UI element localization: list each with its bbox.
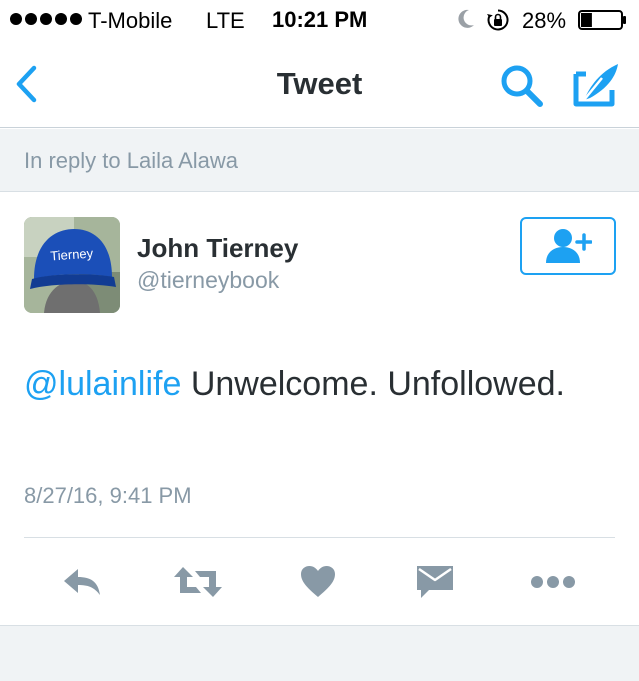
carrier-name: T-Mobile (88, 8, 173, 33)
tweet-body: Unwelcome. Unfollowed. (181, 365, 565, 403)
more-icon (531, 576, 575, 588)
do-not-disturb-moon-icon (458, 9, 474, 28)
status-time: 10:21 PM (272, 7, 368, 32)
avatar[interactable]: Tierney (24, 217, 120, 313)
like-button[interactable] (293, 557, 343, 607)
reply-context-text: In reply to Laila Alawa (24, 148, 239, 173)
tweet-actions-bar (0, 557, 639, 607)
divider (24, 537, 615, 538)
rotation-lock-icon (487, 9, 509, 31)
battery-percentage: 28% (522, 8, 567, 33)
signal-strength-icon (10, 13, 82, 25)
reply-icon (64, 569, 100, 595)
reply-context-bar[interactable]: In reply to Laila Alawa (0, 129, 639, 192)
direct-message-button[interactable] (410, 557, 460, 607)
retweet-icon (174, 567, 222, 597)
like-heart-icon (301, 566, 335, 597)
add-user-icon (546, 229, 592, 263)
network-type: LTE (206, 8, 245, 33)
author-display-name[interactable]: John Tierney (137, 233, 298, 264)
direct-message-icon (417, 566, 453, 598)
search-button[interactable] (498, 62, 546, 110)
retweet-button[interactable] (173, 557, 223, 607)
author-handle[interactable]: @tierneybook (137, 267, 279, 294)
compose-quill-icon (573, 64, 618, 107)
battery-icon (578, 10, 626, 30)
avatar-blue-cap-image: Tierney (24, 217, 120, 313)
compose-tweet-button[interactable] (572, 60, 622, 108)
more-button[interactable] (528, 557, 578, 607)
reply-button[interactable] (58, 557, 108, 607)
tweet-text: @lulainlife Unwelcome. Unfollowed. (24, 357, 614, 411)
follow-button[interactable] (520, 217, 616, 275)
avatar-cap-text: Tierney (50, 245, 94, 263)
status-bar: T-Mobile LTE 10:21 PM 28% (0, 0, 639, 40)
bottom-area (0, 625, 639, 681)
navigation-bar: Tweet (0, 40, 639, 128)
tweet-timestamp: 8/27/16, 9:41 PM (24, 483, 192, 508)
tweet-detail: Tierney John Tierney @tierneybook @lulai… (0, 193, 639, 625)
tweet-detail-screen: T-Mobile LTE 10:21 PM 28% Tweet In reply… (0, 0, 639, 681)
mention-link[interactable]: @lulainlife (24, 365, 181, 403)
search-icon (501, 65, 543, 107)
